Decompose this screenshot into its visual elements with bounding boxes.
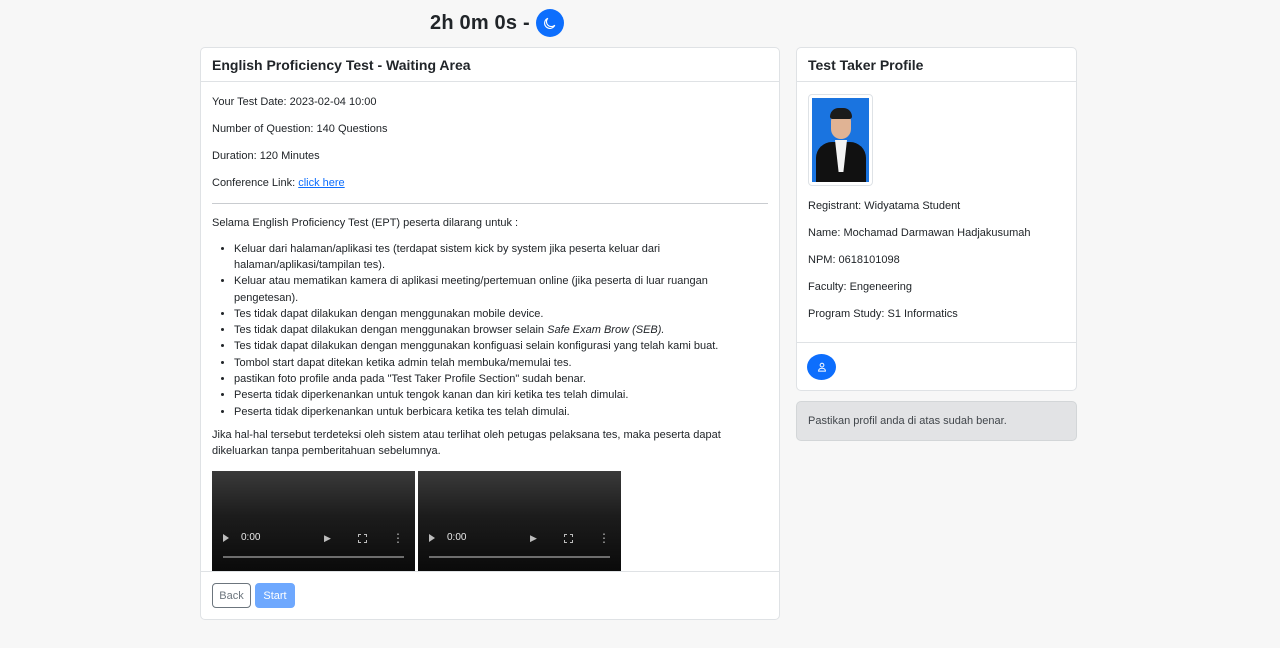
conference-link[interactable]: click here bbox=[298, 177, 344, 189]
video-progress-bar[interactable] bbox=[429, 555, 610, 558]
video-progress-bar[interactable] bbox=[223, 555, 404, 558]
video-controls: 0:00 ▶ ⋮ bbox=[429, 531, 610, 546]
rule-item: Tombol start dapat ditekan ketika admin … bbox=[234, 355, 768, 371]
profile-registrant: Registrant: Widyatama Student bbox=[808, 200, 961, 212]
camera-previews: 0:00 ▶ ⋮ 0:00 ▶ ⋮ bbox=[212, 470, 768, 572]
rule-item: Tes tidak dapat dilakukan dengan menggun… bbox=[234, 306, 768, 322]
question-count: Number of Question: 140 Questions bbox=[212, 122, 388, 135]
more-options-icon[interactable]: ⋮ bbox=[598, 532, 610, 544]
rule-text: Tes tidak dapat dilakukan dengan menggun… bbox=[234, 324, 548, 337]
section-divider bbox=[212, 202, 768, 204]
rules-intro: Selama English Proficiency Test (EPT) pe… bbox=[212, 216, 519, 229]
video-player[interactable]: 0:00 ▶ ⋮ bbox=[418, 470, 621, 572]
profile-photo bbox=[808, 94, 873, 186]
conference-link-label: Conference Link: bbox=[212, 176, 299, 189]
profile-alert-text: Pastikan profil anda di atas sudah benar… bbox=[808, 415, 1007, 427]
rule-item: Tes tidak dapat dilakukan dengan menggun… bbox=[234, 338, 768, 354]
profile-photo-image bbox=[812, 98, 869, 182]
video-time: 0:00 bbox=[241, 531, 261, 543]
rule-item: pastikan foto profile anda pada "Test Ta… bbox=[234, 371, 768, 387]
profile-body: Registrant: Widyatama Student Name: Moch… bbox=[797, 82, 1076, 322]
profile-alert: Pastikan profil anda di atas sudah benar… bbox=[796, 401, 1077, 441]
countdown-timer: 2h 0m 0s - bbox=[430, 11, 530, 34]
conference-link-row: Conference Link: click here bbox=[212, 176, 768, 192]
user-icon bbox=[817, 362, 826, 372]
edit-profile-button[interactable] bbox=[807, 353, 836, 380]
profile-title: Test Taker Profile bbox=[797, 48, 1076, 82]
profile-faculty: Faculty: Engeneering bbox=[808, 281, 912, 294]
rule-item: Keluar dari halaman/aplikasi tes (terdap… bbox=[234, 241, 768, 274]
rules-list: Keluar dari halaman/aplikasi tes (terdap… bbox=[234, 241, 768, 420]
closing-note: Jika hal-hal tersebut terdeteksi oleh si… bbox=[212, 428, 721, 457]
moon-icon bbox=[544, 17, 556, 29]
volume-icon[interactable]: ▶ bbox=[530, 533, 539, 543]
profile-footer bbox=[797, 342, 1076, 390]
waiting-area-title: English Proficiency Test - Waiting Area bbox=[201, 48, 779, 82]
more-options-icon[interactable]: ⋮ bbox=[392, 532, 404, 544]
fullscreen-icon[interactable] bbox=[358, 533, 367, 543]
play-icon[interactable] bbox=[429, 534, 435, 543]
profile-program: Program Study: S1 Informatics bbox=[808, 308, 958, 321]
profile-name: Name: Mochamad Darmawan Hadjakusumah bbox=[808, 227, 1031, 240]
fullscreen-icon[interactable] bbox=[564, 533, 573, 543]
waiting-area-body: Your Test Date: 2023-02-04 10:00 Number … bbox=[201, 82, 779, 572]
profile-card: Test Taker Profile Registrant: Widyatama… bbox=[796, 47, 1077, 391]
rule-item: Keluar atau mematikan kamera di aplikasi… bbox=[234, 273, 768, 306]
waiting-area-card: English Proficiency Test - Waiting Area … bbox=[200, 47, 780, 620]
profile-npm: NPM: 0618101098 bbox=[808, 254, 900, 267]
waiting-area-footer: Back Start bbox=[201, 571, 779, 619]
rule-item: Peserta tidak diperkenankan untuk tengok… bbox=[234, 387, 768, 403]
rule-item: Peserta tidak diperkenankan untuk berbic… bbox=[234, 404, 768, 420]
test-duration: Duration: 120 Minutes bbox=[212, 149, 320, 162]
video-player[interactable]: 0:00 ▶ ⋮ bbox=[212, 470, 415, 572]
rule-emphasis: Safe Exam Brow (SEB). bbox=[547, 324, 665, 337]
start-button[interactable]: Start bbox=[255, 583, 295, 608]
volume-icon[interactable]: ▶ bbox=[324, 533, 333, 543]
test-date: Your Test Date: 2023-02-04 10:00 bbox=[212, 96, 377, 108]
video-time: 0:00 bbox=[447, 531, 467, 543]
video-controls: 0:00 ▶ ⋮ bbox=[223, 531, 404, 546]
rule-item: Tes tidak dapat dilakukan dengan menggun… bbox=[234, 322, 768, 338]
play-icon[interactable] bbox=[223, 534, 229, 543]
timer-bar: 2h 0m 0s - bbox=[430, 9, 564, 37]
back-button[interactable]: Back bbox=[212, 583, 251, 608]
theme-toggle-button[interactable] bbox=[535, 9, 564, 37]
